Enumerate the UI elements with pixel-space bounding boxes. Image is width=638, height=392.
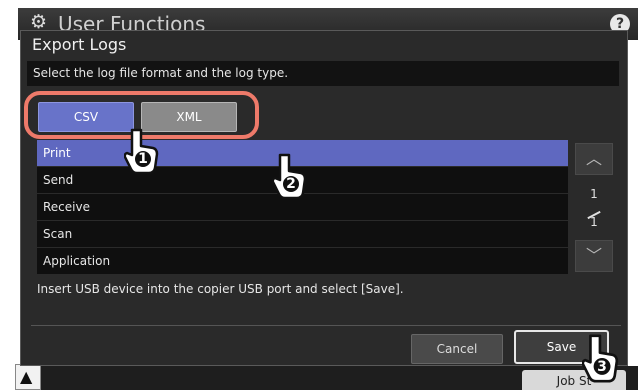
divider [31,325,621,326]
instruction-bar: Select the log file format and the log t… [27,61,619,86]
dialog-title: Export Logs [32,35,127,54]
warning-button[interactable]: ▲ [15,364,41,390]
list-item-application[interactable]: Application [37,248,568,274]
page-current: 1 [590,187,598,201]
save-button[interactable]: Save [514,330,609,364]
list-item-scan[interactable]: Scan [37,221,568,247]
chevron-down-icon: ﹀ [585,246,602,265]
log-type-list: Print Send Receive Scan Application [37,140,568,274]
chevron-up-icon: ︿ [585,149,602,168]
warning-icon: ▲ [20,367,33,386]
csv-button[interactable]: CSV [38,102,134,132]
scroll-up-button[interactable]: ︿ [575,143,613,175]
list-item-print[interactable]: Print [37,140,568,166]
export-logs-dialog: Export Logs Select the log file format a… [20,30,628,366]
job-status-tab[interactable]: Job St [522,370,626,390]
usb-instruction: Insert USB device into the copier USB po… [37,282,404,296]
list-item-receive[interactable]: Receive [37,194,568,220]
list-item-send[interactable]: Send [37,167,568,193]
scroll-down-button[interactable]: ﹀ [575,240,613,272]
page-total: 1 [590,215,598,229]
xml-button[interactable]: XML [141,102,237,132]
cancel-button[interactable]: Cancel [411,334,503,364]
